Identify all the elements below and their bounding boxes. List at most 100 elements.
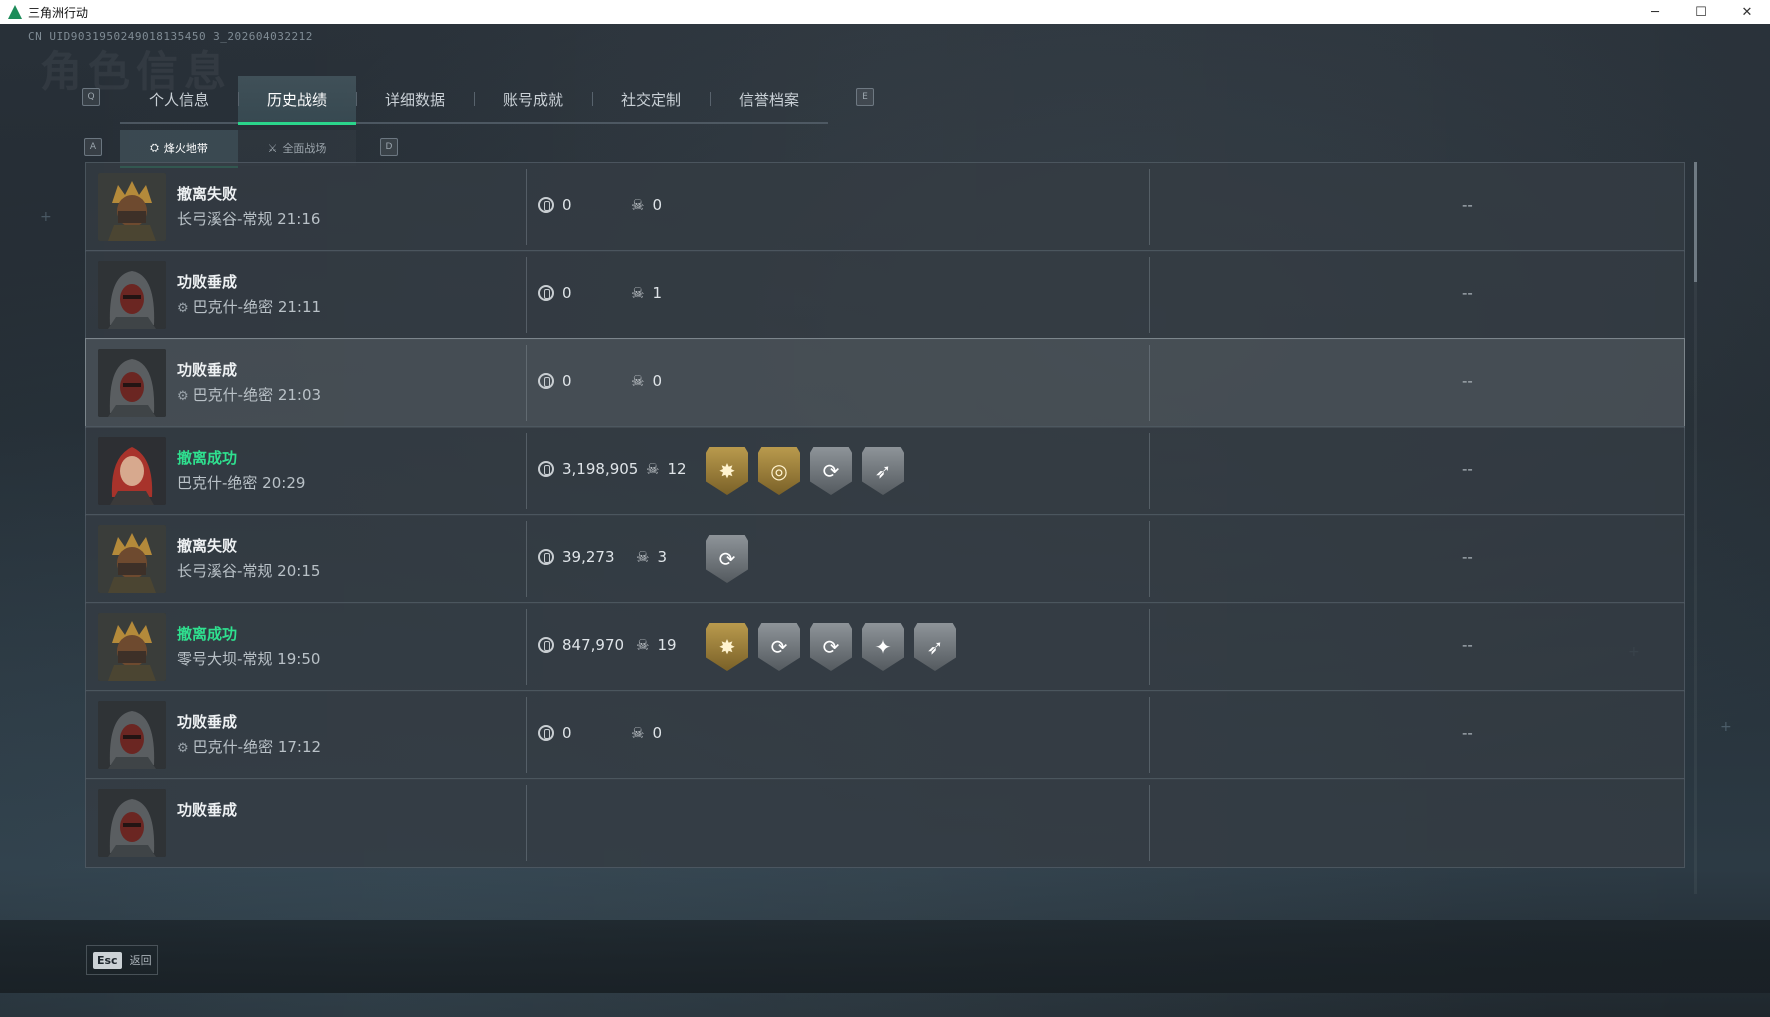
skull-icon: ☠ (646, 460, 660, 478)
divider (1149, 521, 1150, 597)
kill-count: ☠ 12 (646, 460, 687, 478)
key-hint-q[interactable]: Q (82, 88, 100, 106)
maximize-icon[interactable]: ☐ (1678, 0, 1724, 24)
divider (526, 433, 527, 509)
kill-count: ☠ 19 (636, 636, 677, 654)
divider (526, 521, 527, 597)
divider (1149, 345, 1150, 421)
match-result: 功败垂成 (177, 713, 238, 731)
match-record-row[interactable]: 撤离失败 长弓溪谷-常规 21:16 0 ☠ 0 -- (85, 162, 1685, 252)
map-label: 巴克什-绝密 21:11 (192, 298, 322, 316)
divider (1149, 609, 1150, 685)
skull-icon: ☠ (631, 724, 645, 742)
tab-5[interactable]: 信誉档案 (710, 76, 828, 122)
mode-icon: ⛭ (150, 141, 159, 154)
tab-2[interactable]: 详细数据 (356, 76, 474, 122)
window-titlebar: 三角洲行动 ─ ☐ ✕ (0, 0, 1770, 25)
skull-icon: ☠ (631, 372, 645, 390)
key-hint-e[interactable]: E (856, 88, 874, 106)
match-result: 撤离失败 (177, 537, 238, 555)
match-record-row[interactable]: 功败垂成 ⚙ 巴克什-绝密 21:11 0 ☠ 1 -- (85, 250, 1685, 340)
medal-silver-gun-icon[interactable]: ➶ (914, 623, 956, 671)
coin-icon (538, 725, 554, 741)
match-record-row[interactable]: 功败垂成 ⚙ 巴克什-绝密 21:03 0 ☠ 0 -- (85, 338, 1685, 428)
close-icon[interactable]: ✕ (1724, 0, 1770, 24)
app-logo-icon (8, 5, 22, 19)
match-result: 功败垂成 (177, 273, 238, 291)
divider (1149, 433, 1150, 509)
loot-value: 39,273 (538, 548, 615, 566)
medal-gold-sun-icon[interactable]: ✸ (706, 623, 748, 671)
key-hint-d[interactable]: D (380, 138, 398, 156)
medal-gold-sun-icon[interactable]: ✸ (706, 447, 748, 495)
squad-mode-icon: ⚙ (177, 389, 189, 404)
loot-value-text: 3,198,905 (562, 460, 639, 478)
loot-value-text: 39,273 (562, 548, 615, 566)
map-label: 巴克什-绝密 21:03 (192, 386, 322, 404)
map-and-time: 长弓溪谷-常规 21:16 (177, 208, 320, 229)
match-record-row[interactable]: 撤离成功 零号大坝-常规 19:50 847,970 ☠ 19 ✸ ⟳ ⟳ ✦ ➶ -- (85, 602, 1685, 692)
match-record-row[interactable]: 撤离失败 长弓溪谷-常规 20:15 39,273 ☠ 3 ⟳ -- (85, 514, 1685, 604)
coin-icon (538, 285, 554, 301)
kill-count-text: 1 (652, 284, 662, 302)
medal-silver-reload-icon[interactable]: ⟳ (810, 447, 852, 495)
medal-gold-target-icon[interactable]: ◎ (758, 447, 800, 495)
kill-count-text: 19 (657, 636, 677, 654)
extra-info: -- (1462, 636, 1473, 654)
key-hint-a[interactable]: A (84, 138, 102, 156)
tab-3[interactable]: 账号成就 (474, 76, 592, 122)
loot-value: 847,970 (538, 636, 624, 654)
divider (526, 257, 527, 333)
map-and-time: 零号大坝-常规 19:50 (177, 648, 320, 669)
extra-info: -- (1462, 724, 1473, 742)
main-tab-bar: 个人信息 历史战绩 详细数据 账号成就 社交定制 信誉档案 (120, 76, 828, 125)
divider (526, 345, 527, 421)
match-record-row[interactable]: 功败垂成 ⚙ 巴克什-绝密 17:12 0 ☠ 0 -- (85, 690, 1685, 780)
coin-icon (538, 637, 554, 653)
loot-value-text: 0 (562, 724, 572, 742)
minimize-icon[interactable]: ─ (1632, 0, 1678, 24)
medal-silver-star-icon[interactable]: ✦ (862, 623, 904, 671)
operator-avatar (98, 789, 166, 857)
match-history-list: 撤离失败 长弓溪谷-常规 21:16 0 ☠ 0 -- 功败垂成 ⚙ 巴克什-绝密 21:11 0… (85, 162, 1685, 894)
map-label: 长弓溪谷-常规 21:16 (177, 210, 321, 228)
tab-0[interactable]: 个人信息 (120, 76, 238, 122)
medal-silver-reload-icon[interactable]: ⟳ (810, 623, 852, 671)
divider (526, 609, 527, 685)
back-button[interactable]: Esc 返回 (86, 945, 158, 975)
back-label: 返回 (129, 954, 152, 967)
coin-icon (538, 197, 554, 213)
medal-silver-gun-icon[interactable]: ➶ (862, 447, 904, 495)
match-record-row[interactable]: 撤离成功 巴克什-绝密 20:29 3,198,905 ☠ 12 ✸ ◎ ⟳ ➶ -- (85, 426, 1685, 516)
squad-mode-icon: ⚙ (177, 301, 189, 316)
kill-count: ☠ 0 (631, 372, 662, 390)
operator-avatar (98, 173, 166, 241)
sub-tab-label: 全面战场 (282, 142, 327, 155)
match-result: 功败垂成 (177, 361, 238, 379)
loot-value: 0 (538, 372, 572, 390)
skull-icon: ☠ (631, 196, 645, 214)
tab-1[interactable]: 历史战绩 (238, 76, 356, 125)
extra-info: -- (1462, 372, 1473, 390)
map-and-time: ⚙ 巴克什-绝密 21:11 (177, 296, 321, 317)
extra-info: -- (1462, 548, 1473, 566)
scrollbar-thumb[interactable] (1694, 162, 1697, 282)
player-uid: CN UID9031950249018135450 3_202604032212 (28, 30, 313, 43)
operator-avatar (98, 525, 166, 593)
medal-silver-reload-icon[interactable]: ⟳ (706, 535, 748, 583)
loot-value: 0 (538, 724, 572, 742)
sub-tab-1[interactable]: ⚔ 全面战场 (238, 130, 356, 166)
kill-count-text: 0 (652, 372, 662, 390)
map-and-time: 巴克什-绝密 20:29 (177, 472, 305, 493)
window-title: 三角洲行动 (28, 5, 89, 20)
tab-4[interactable]: 社交定制 (592, 76, 710, 122)
coin-icon (538, 373, 554, 389)
divider (1149, 697, 1150, 773)
match-record-row[interactable]: 功败垂成 (85, 778, 1685, 868)
operator-avatar (98, 437, 166, 505)
kill-count: ☠ 0 (631, 196, 662, 214)
medal-silver-reload-icon[interactable]: ⟳ (758, 623, 800, 671)
scrollbar[interactable] (1694, 162, 1697, 894)
medal-list: ✸ ◎ ⟳ ➶ (706, 447, 914, 495)
operator-avatar (98, 261, 166, 329)
